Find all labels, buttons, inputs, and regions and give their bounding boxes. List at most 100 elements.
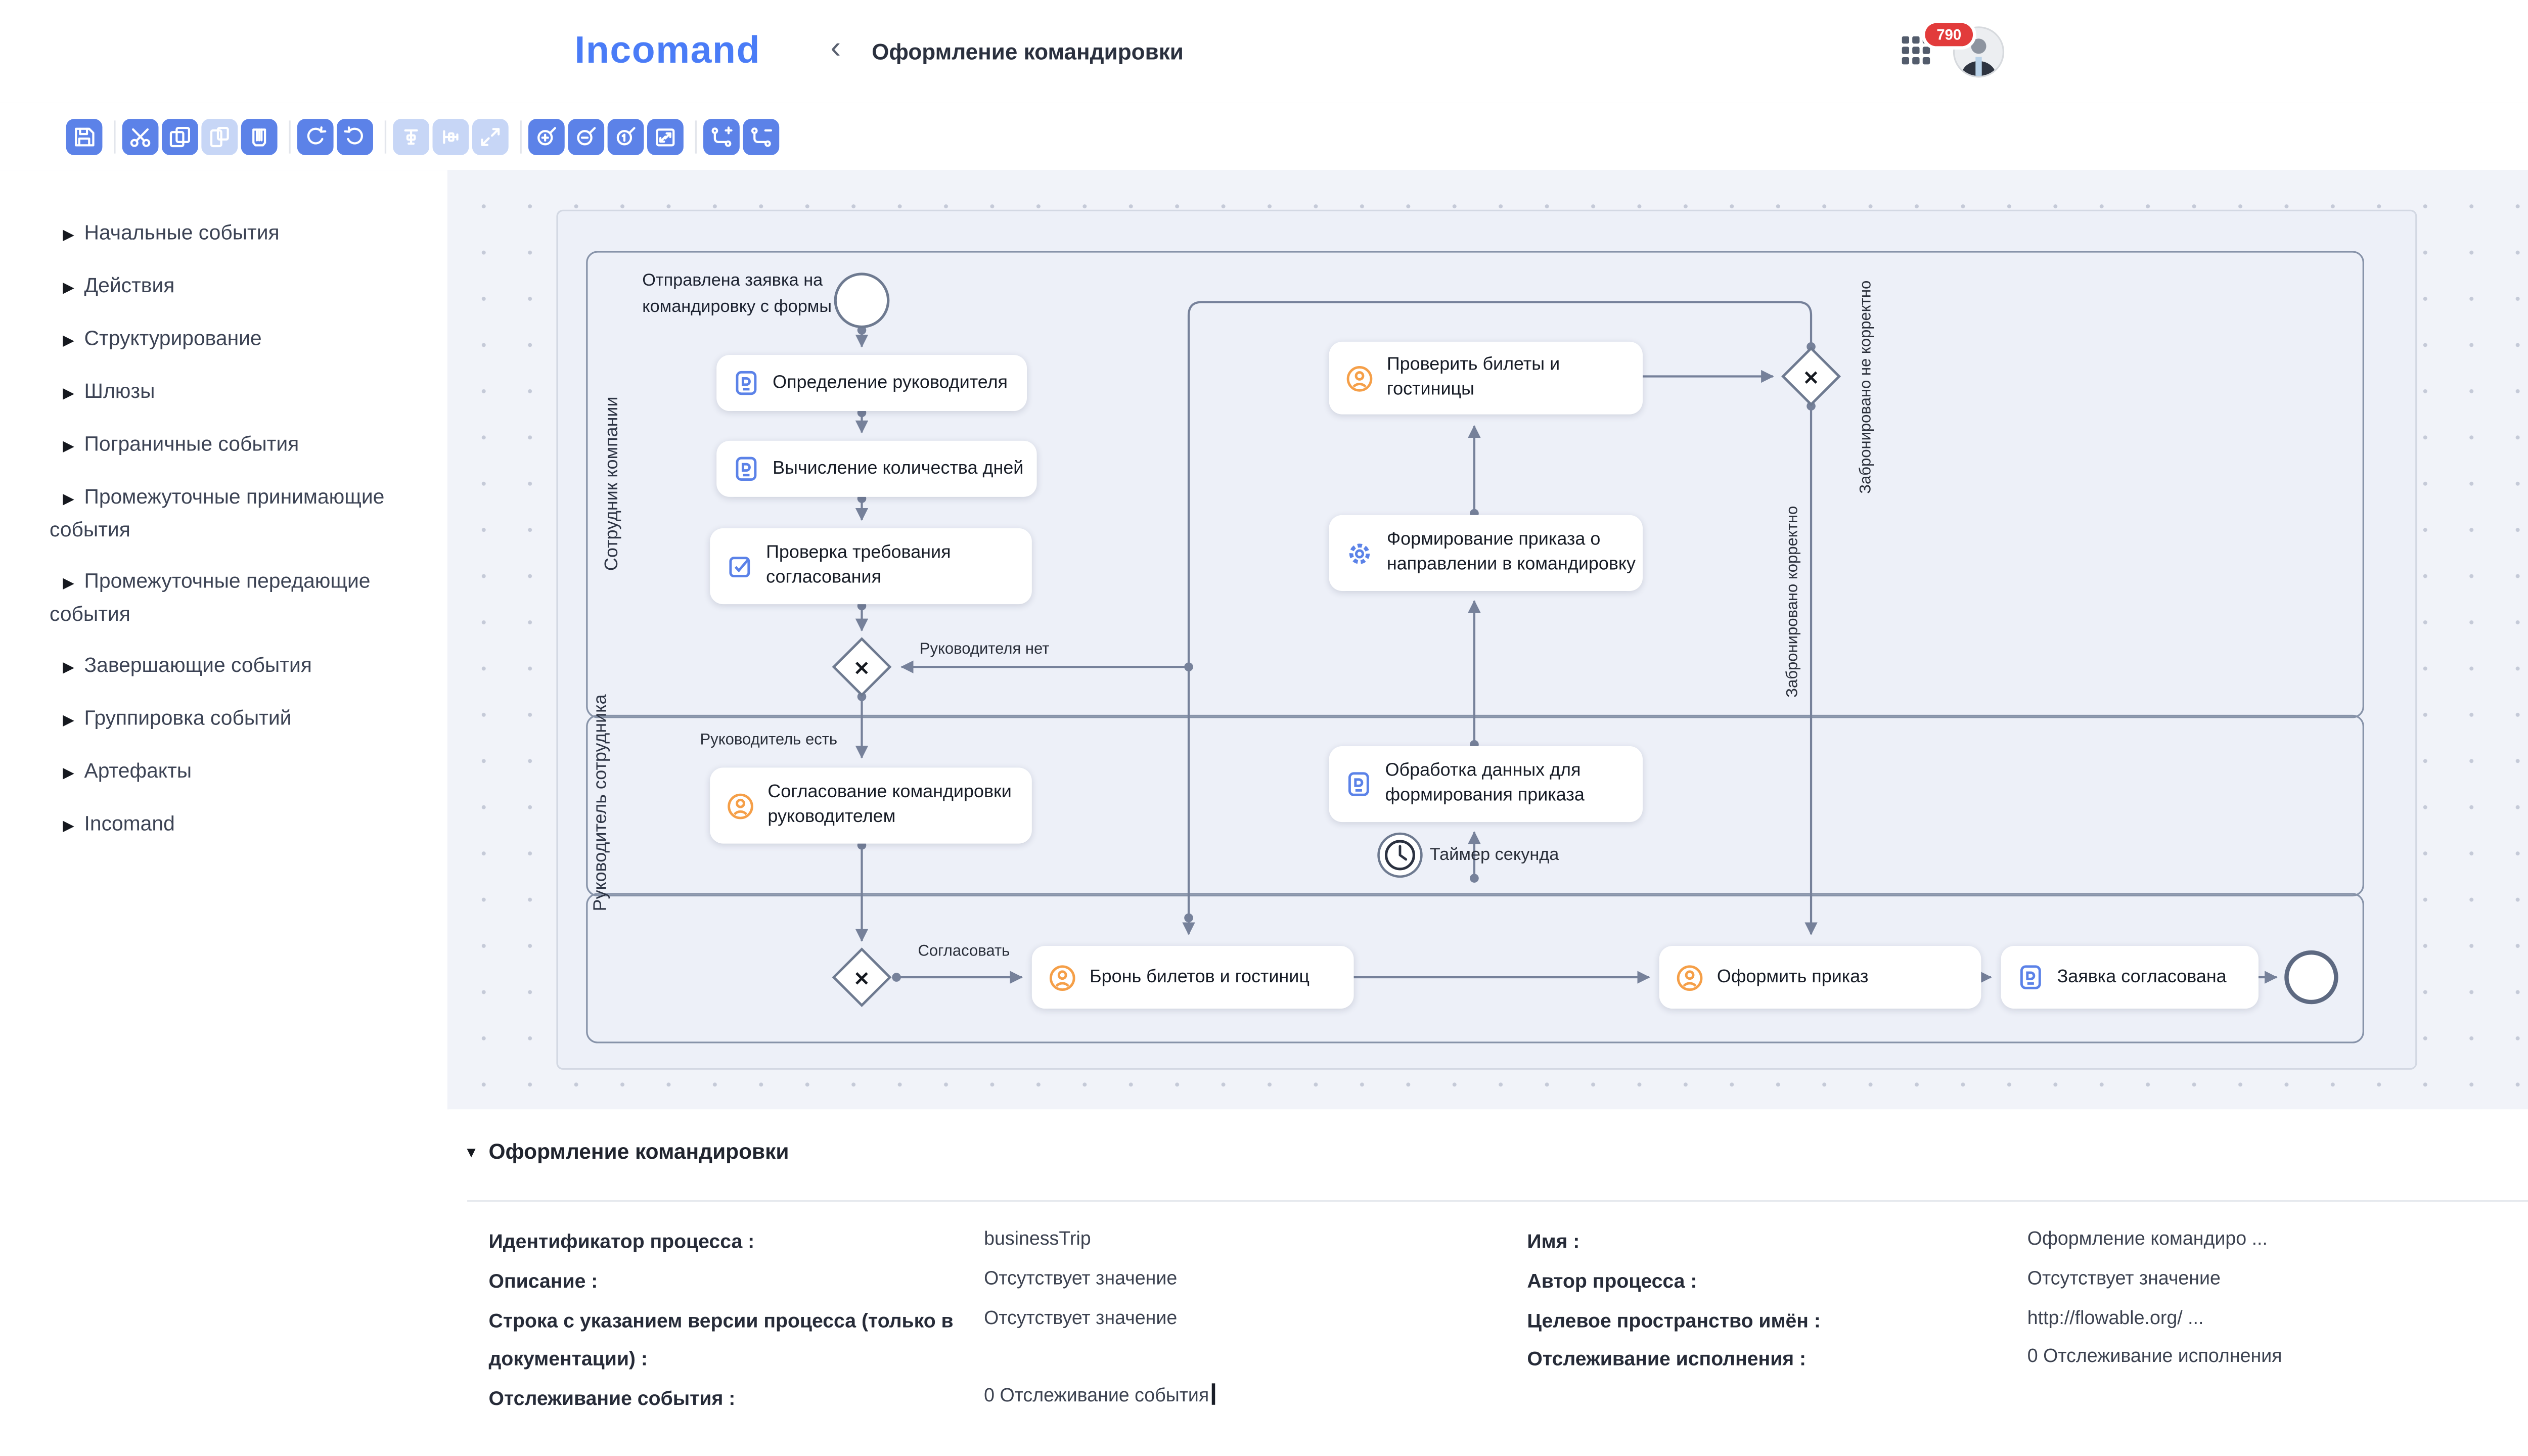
task-process-data[interactable]: Обработка данных для формирования приказ… [1329, 746, 1643, 822]
toolbar-separator [695, 120, 697, 153]
gateway-x-symbol: ✕ [853, 658, 870, 680]
resize-button[interactable] [472, 119, 509, 155]
user-task-icon [1676, 963, 1704, 991]
script-task-icon [733, 456, 759, 482]
task-calc-days[interactable]: Вычисление количества дней [716, 441, 1036, 497]
gateway-x-symbol: ✕ [1803, 368, 1820, 389]
properties-section-title[interactable]: Оформление командировки [489, 1139, 789, 1164]
toolbar-separator [520, 120, 522, 153]
cut-button[interactable] [122, 119, 159, 155]
script-task-icon [1345, 771, 1372, 797]
property-label: Имя : [1527, 1223, 2027, 1261]
sidebar-item-event-grouping[interactable]: ▶Группировка событий [0, 703, 447, 736]
property-row: Отслеживание исполнения : 0 Отслеживание… [1527, 1340, 2282, 1378]
page-title: Оформление командировки [872, 39, 1184, 64]
start-event[interactable] [835, 274, 888, 327]
task-determine-manager[interactable]: Определение руководителя [716, 355, 1027, 411]
property-row: Отслеживание события : 0 Отслеживание со… [489, 1380, 1214, 1418]
property-label: Отслеживание исполнения : [1527, 1340, 2027, 1378]
zoom-out-icon [574, 125, 598, 149]
distribute-vertical-button[interactable] [393, 119, 429, 155]
zoom-out-button[interactable] [568, 119, 604, 155]
chevron-right-icon: ▶ [63, 758, 84, 789]
property-value[interactable]: Отсутствует значение [984, 1263, 1177, 1299]
sidebar-item-end-events[interactable]: ▶Завершающие события [0, 651, 447, 684]
distribute-horizontal-button[interactable] [433, 119, 469, 155]
app-logo: Incomand [574, 28, 760, 73]
property-value[interactable]: 0 Отслеживание исполнения [2027, 1340, 2282, 1376]
property-row: Автор процесса : Отсутствует значение [1527, 1263, 2221, 1300]
redo-button[interactable] [337, 119, 373, 155]
remove-connection-button[interactable] [743, 119, 779, 155]
chevron-right-icon: ▶ [63, 325, 84, 356]
collapse-triangle-icon[interactable]: ▼ [464, 1144, 479, 1161]
palette-sidebar: ▶Начальные события ▶Действия ▶Структурир… [0, 170, 449, 1456]
text-cursor [1212, 1383, 1214, 1404]
distribute-horizontal-icon [439, 125, 463, 149]
property-value[interactable]: http://flowable.org/ ... [2027, 1302, 2204, 1338]
property-value[interactable]: Отсутствует значение [2027, 1263, 2221, 1299]
zoom-actual-icon [614, 125, 638, 149]
sidebar-item-incomand[interactable]: ▶Incomand [0, 809, 447, 842]
task-form-order[interactable]: Формирование приказа о направлении в ком… [1329, 515, 1643, 591]
app-window: Incomand ‹ Оформление командировки 790 [0, 0, 2528, 1456]
sidebar-item-gateways[interactable]: ▶Шлюзы [0, 376, 447, 409]
copy-button[interactable] [162, 119, 198, 155]
user-task-icon [1048, 963, 1076, 991]
save-button[interactable] [66, 119, 103, 155]
gateway-x-symbol: ✕ [853, 968, 870, 990]
toolbar-separator [385, 120, 386, 153]
property-row: Идентификатор процесса : businessTrip [489, 1223, 1091, 1261]
property-value[interactable]: businessTrip [984, 1223, 1091, 1259]
cut-icon [129, 125, 152, 149]
user-task-icon [1345, 364, 1374, 392]
zoom-actual-button[interactable] [608, 119, 644, 155]
zoom-in-button[interactable] [528, 119, 565, 155]
copy-icon [168, 125, 192, 149]
sidebar-item-actions[interactable]: ▶Действия [0, 271, 447, 304]
notification-badge[interactable]: 790 [1922, 20, 1976, 50]
sidebar-item-artifacts[interactable]: ▶Артефакты [0, 756, 447, 789]
divider [467, 1200, 2528, 1202]
sidebar-item-intermediate-catching-events[interactable]: ▶Промежуточные принимающие события [0, 482, 447, 546]
timer-event[interactable] [1379, 834, 1422, 877]
property-label: Описание : [489, 1263, 984, 1300]
back-button[interactable]: ‹ [830, 31, 841, 68]
task-issue-order[interactable]: Оформить приказ [1659, 946, 1981, 1009]
service-task-icon [1345, 539, 1374, 567]
property-row: Целевое пространство имён : http://flowa… [1527, 1302, 2203, 1340]
property-value[interactable]: Отсутствует значение [984, 1302, 1177, 1338]
script-task-icon [733, 370, 759, 396]
toolbar-separator [289, 120, 290, 153]
chevron-right-icon: ▶ [63, 652, 84, 684]
sidebar-item-boundary-events[interactable]: ▶Пограничные события [0, 429, 447, 462]
property-value[interactable]: 0 Отслеживание события [984, 1380, 1214, 1416]
distribute-vertical-icon [399, 125, 423, 149]
property-label: Идентификатор процесса : [489, 1223, 984, 1261]
chevron-right-icon: ▶ [63, 484, 84, 515]
property-label: Целевое пространство имён : [1527, 1302, 2027, 1340]
task-manager-approval[interactable]: Согласование командировки руководителем [710, 767, 1032, 843]
delete-button[interactable] [241, 119, 278, 155]
property-value[interactable]: Оформление командиро ... [2027, 1223, 2268, 1259]
task-request-approved[interactable]: Заявка согласована [2001, 946, 2259, 1009]
undo-button[interactable] [297, 119, 334, 155]
sidebar-item-structuring[interactable]: ▶Структурирование [0, 324, 447, 356]
fit-screen-button[interactable] [647, 119, 684, 155]
delete-icon [248, 125, 271, 149]
task-verify-tickets[interactable]: Проверить билеты и гостиницы [1329, 342, 1643, 415]
properties-panel: ▼ Оформление командировки Идентификатор … [447, 1109, 2528, 1456]
task-check-approval-need[interactable]: Проверка требования согласования [710, 528, 1032, 604]
add-connection-button[interactable] [703, 119, 740, 155]
toolbar-separator [114, 120, 115, 153]
end-event[interactable] [2286, 952, 2336, 1002]
property-row: Описание : Отсутствует значение [489, 1263, 1178, 1300]
sidebar-item-start-events[interactable]: ▶Начальные события [0, 218, 447, 251]
resize-icon [479, 125, 502, 149]
paste-button[interactable] [201, 119, 238, 155]
chevron-right-icon: ▶ [63, 568, 84, 599]
task-book-tickets[interactable]: Бронь билетов и гостиниц [1032, 946, 1354, 1009]
sidebar-item-intermediate-throwing-events[interactable]: ▶Промежуточные передающие события [0, 566, 447, 630]
rule-task-icon [727, 553, 753, 579]
add-connection-icon [710, 125, 733, 149]
